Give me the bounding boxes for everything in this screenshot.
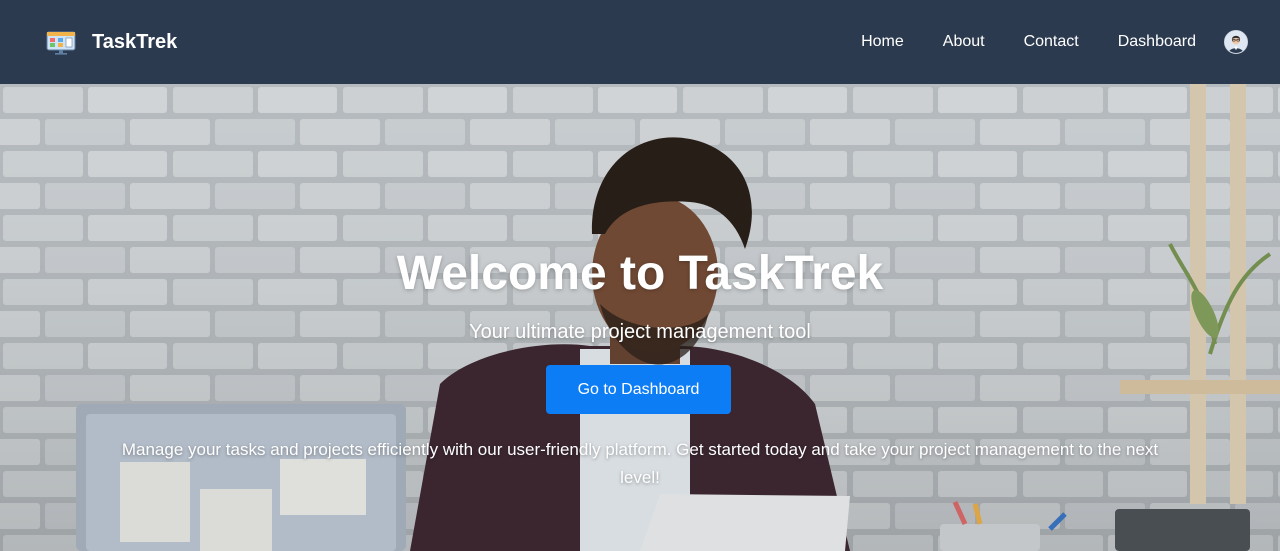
brand-link[interactable]: TaskTrek bbox=[46, 29, 177, 55]
brand-name: TaskTrek bbox=[92, 30, 178, 53]
nav-about-link[interactable]: About bbox=[943, 33, 985, 51]
nav-links: Home About Contact Dashboard bbox=[861, 33, 1196, 51]
hero-content: Welcome to TaskTrek Your ultimate projec… bbox=[0, 84, 1280, 551]
nav-contact-link[interactable]: Contact bbox=[1024, 33, 1079, 51]
go-to-dashboard-button[interactable]: Go to Dashboard bbox=[546, 365, 731, 414]
hero-subtitle: Your ultimate project management tool bbox=[469, 321, 811, 343]
logo-icon bbox=[46, 29, 76, 55]
nav-home-link[interactable]: Home bbox=[861, 33, 904, 51]
nav-dashboard-link[interactable]: Dashboard bbox=[1118, 33, 1196, 51]
hero-section: Welcome to TaskTrek Your ultimate projec… bbox=[0, 84, 1280, 551]
hero-description: Manage your tasks and projects efficient… bbox=[121, 440, 1159, 487]
user-avatar-icon[interactable] bbox=[1224, 30, 1248, 54]
navbar: TaskTrek Home About Contact Dashboard bbox=[0, 0, 1280, 84]
hero-title: Welcome to TaskTrek bbox=[396, 247, 884, 300]
